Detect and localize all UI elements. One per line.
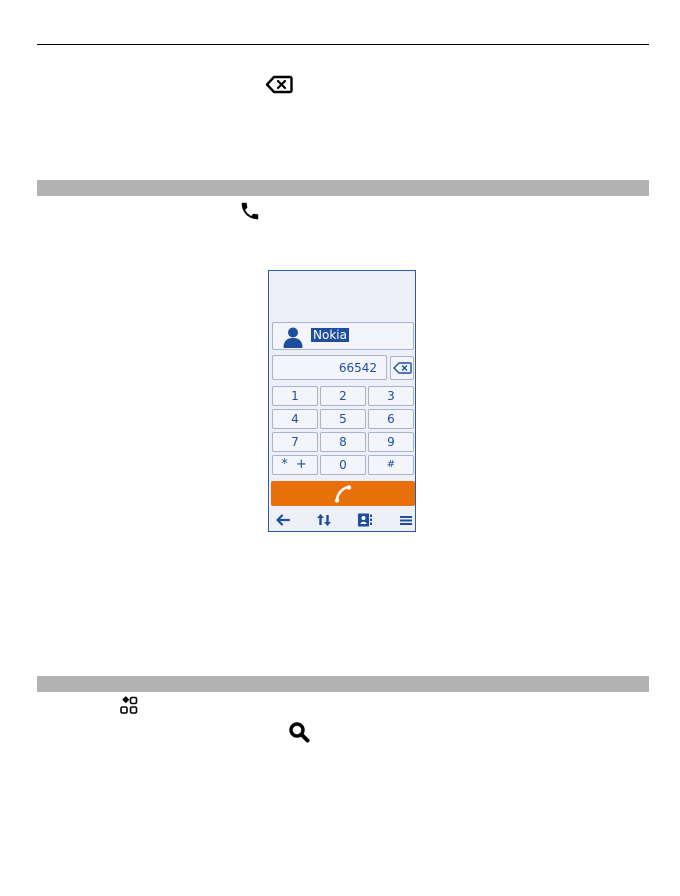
search-icon xyxy=(289,722,310,743)
key-4[interactable]: 4 xyxy=(272,409,318,429)
dialed-number: 66542 xyxy=(338,361,377,375)
key-6[interactable]: 6 xyxy=(368,409,414,429)
bottom-toolbar xyxy=(269,509,415,531)
header-rule xyxy=(37,44,649,45)
key-9[interactable]: 9 xyxy=(368,432,414,452)
back-arrow-icon[interactable] xyxy=(275,513,291,527)
key-3[interactable]: 3 xyxy=(368,386,414,406)
key-5[interactable]: 5 xyxy=(320,409,366,429)
call-icon xyxy=(241,202,259,220)
backspace-icon xyxy=(393,362,412,374)
contact-match-field[interactable]: Nokia xyxy=(272,322,414,350)
menu-icon[interactable] xyxy=(398,513,414,527)
key-star-plus[interactable]: * + xyxy=(272,455,318,475)
clear-button[interactable] xyxy=(390,356,414,380)
call-log-icon[interactable] xyxy=(316,513,332,527)
handset-icon xyxy=(334,485,352,503)
dial-keypad: 1 2 3 4 5 6 7 8 9 * + 0 # xyxy=(272,386,414,475)
key-1[interactable]: 1 xyxy=(272,386,318,406)
apps-grid-icon xyxy=(120,696,138,714)
dialed-number-field[interactable]: 66542 xyxy=(272,355,387,380)
section-bar xyxy=(37,180,649,196)
contact-name: Nokia xyxy=(311,328,349,342)
key-7[interactable]: 7 xyxy=(272,432,318,452)
section-bar xyxy=(37,676,649,692)
key-hash[interactable]: # xyxy=(368,455,414,475)
contact-avatar-icon xyxy=(283,327,303,348)
backspace-icon xyxy=(265,75,293,94)
phone-dialer-screenshot: Nokia 66542 1 2 3 4 5 6 7 8 9 * + 0 # xyxy=(268,270,416,532)
key-8[interactable]: 8 xyxy=(320,432,366,452)
call-button[interactable] xyxy=(271,481,415,506)
contacts-icon[interactable] xyxy=(357,513,373,527)
key-2[interactable]: 2 xyxy=(320,386,366,406)
key-0[interactable]: 0 xyxy=(320,455,366,475)
